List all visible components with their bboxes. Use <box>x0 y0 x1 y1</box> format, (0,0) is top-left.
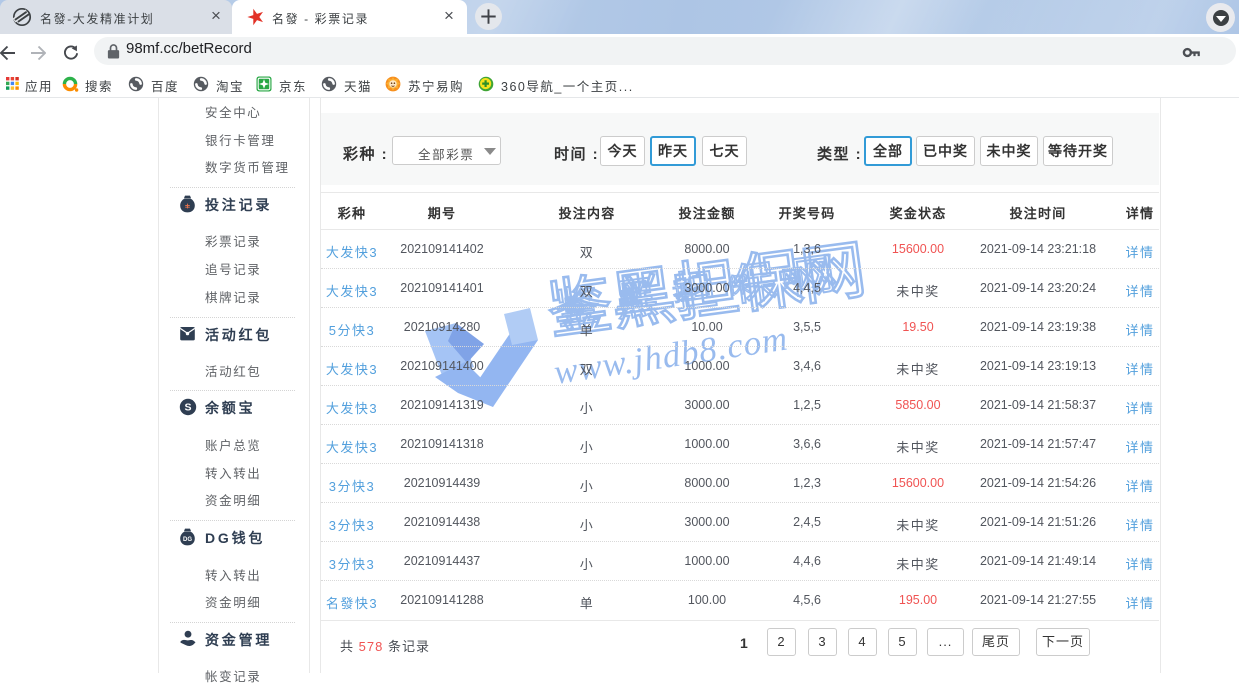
svg-text:DG: DG <box>183 537 192 543</box>
svg-text:S: S <box>184 402 191 414</box>
